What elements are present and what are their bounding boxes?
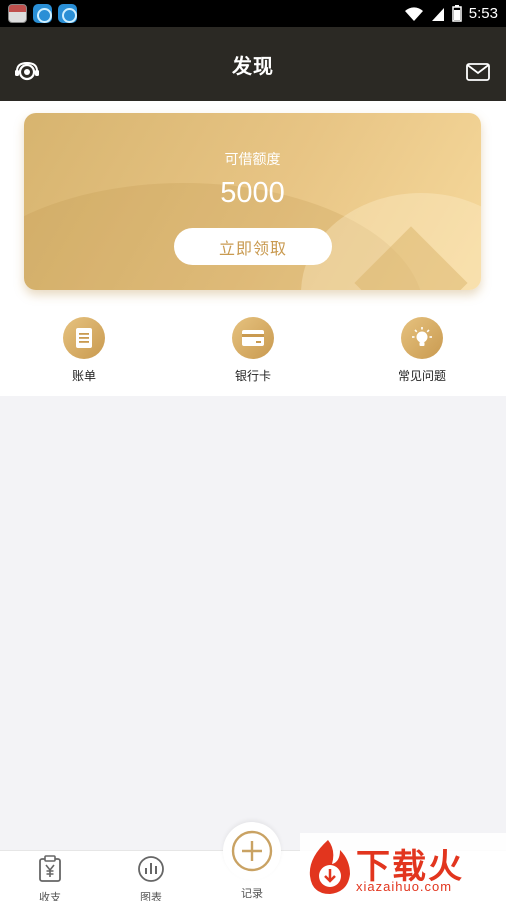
bank-card-icon [232,317,274,359]
quick-entry-label: 银行卡 [234,369,271,383]
lightbulb-icon [401,317,443,359]
quick-entry-faq[interactable]: 常见问题 [377,317,467,384]
quick-entry-bill[interactable]: 账单 [39,317,129,384]
wifi-icon [404,6,423,21]
bill-icon [63,317,105,359]
record-button[interactable] [223,822,281,880]
quick-entry-bank-card[interactable]: 银行卡 [208,317,298,384]
app-header: 发现 [0,27,506,101]
notification-app-icon [58,4,77,23]
nav-item-income-expense[interactable]: 收支 [20,855,80,901]
credit-limit-amount: 5000 [220,177,285,209]
watermark-url: xiazaihuo.com [356,879,453,894]
quick-entry-label: 账单 [71,369,96,383]
customer-service-icon[interactable] [14,61,40,87]
watermark: 下载火 xiazaihuo.com [300,833,506,901]
status-bar: 5:53 [0,0,506,27]
receipt-icon [39,855,61,882]
signal-icon [431,7,444,21]
notification-icons [8,4,77,23]
chart-icon [138,856,164,882]
plus-icon [231,830,273,872]
claim-button[interactable]: 立即领取 [174,228,332,265]
nav-label: 图表 [140,891,162,901]
quick-entry-label: 常见问题 [397,369,446,383]
nav-label: 收支 [39,891,61,901]
nav-label: 记录 [241,887,263,900]
notification-app-icon [8,4,27,23]
flame-logo-icon [309,840,350,894]
credit-limit-card: 可借额度 5000 立即领取 [24,113,481,290]
mail-icon[interactable] [466,63,490,85]
notification-app-icon [33,4,52,23]
page-title: 发现 [232,53,274,78]
credit-limit-label: 可借额度 [224,152,281,168]
status-time: 5:53 [468,5,498,22]
battery-icon [452,5,462,22]
nav-item-chart[interactable]: 图表 [121,855,181,901]
